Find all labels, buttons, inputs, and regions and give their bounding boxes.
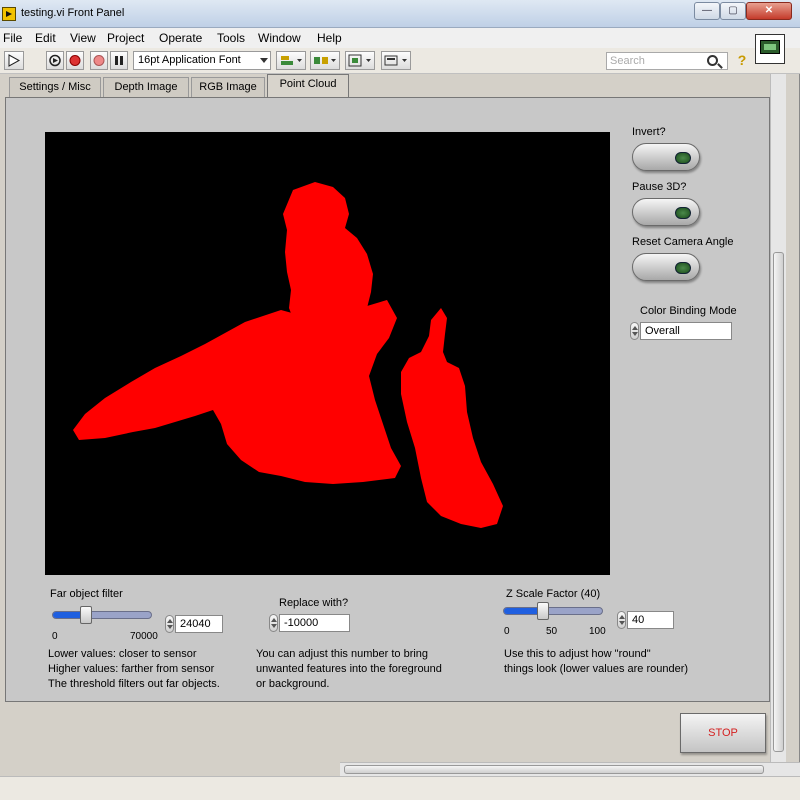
tab-strip: Settings / Misc Depth Image RGB Image Po… bbox=[5, 74, 770, 98]
reset-camera-label: Reset Camera Angle bbox=[632, 236, 734, 248]
menu-window[interactable]: Window bbox=[258, 31, 301, 45]
color-binding-incdec[interactable] bbox=[630, 322, 639, 340]
context-help-icon[interactable]: ? bbox=[735, 52, 749, 70]
far-filter-note-3: The threshold filters out far objects. bbox=[48, 678, 220, 690]
vertical-scrollbar[interactable] bbox=[770, 74, 786, 762]
menu-file[interactable]: File bbox=[3, 31, 22, 45]
far-filter-note-1: Lower values: closer to sensor bbox=[48, 648, 197, 660]
led-indicator-icon bbox=[675, 207, 691, 219]
replace-note-1: You can adjust this number to bring bbox=[256, 648, 429, 660]
z-scale-slider-track[interactable] bbox=[503, 607, 603, 615]
led-indicator-icon bbox=[675, 262, 691, 274]
invert-toggle[interactable] bbox=[632, 143, 700, 171]
far-filter-slider-track[interactable] bbox=[52, 611, 152, 619]
point-cloud-torso bbox=[73, 300, 401, 484]
replace-with-label: Replace with? bbox=[279, 597, 349, 609]
far-filter-slider-thumb[interactable] bbox=[80, 606, 92, 624]
pause-3d-toggle[interactable] bbox=[632, 198, 700, 226]
menu-view[interactable]: View bbox=[70, 31, 96, 45]
tab-depth-image[interactable]: Depth Image bbox=[103, 77, 189, 98]
point-cloud-render bbox=[73, 182, 503, 528]
color-binding-label: Color Binding Mode bbox=[640, 305, 737, 317]
pause-icon[interactable] bbox=[110, 51, 128, 70]
z-scale-tick-100: 100 bbox=[589, 626, 606, 637]
tab-settings-misc[interactable]: Settings / Misc bbox=[9, 77, 101, 98]
led-indicator-icon bbox=[675, 152, 691, 164]
z-scale-tick-50: 50 bbox=[546, 626, 558, 637]
run-arrow-icon[interactable] bbox=[4, 51, 24, 70]
toolbar: 16pt Application Font Search ? bbox=[0, 48, 800, 74]
window-title: testing.vi Front Panel bbox=[21, 7, 125, 19]
tab-rgb-image[interactable]: RGB Image bbox=[191, 77, 265, 98]
z-scale-tick-0: 0 bbox=[504, 626, 510, 637]
far-filter-note-2: Higher values: farther from sensor bbox=[48, 663, 215, 675]
replace-note-3: or background. bbox=[256, 678, 330, 690]
replace-note-2: unwanted features into the foreground bbox=[256, 663, 442, 675]
far-filter-incdec[interactable] bbox=[165, 615, 174, 633]
horizontal-scrollbar[interactable] bbox=[340, 762, 800, 776]
far-filter-min-tick: 0 bbox=[52, 631, 58, 642]
title-bar[interactable]: testing.vi Front Panel — ▢ ✕ bbox=[0, 0, 800, 28]
menu-help[interactable]: Help bbox=[317, 31, 342, 45]
horizontal-scrollbar-thumb[interactable] bbox=[344, 765, 764, 774]
far-filter-max-tick: 70000 bbox=[130, 631, 158, 642]
invert-label: Invert? bbox=[632, 126, 666, 138]
close-button[interactable]: ✕ bbox=[746, 2, 792, 20]
menu-project[interactable]: Project bbox=[107, 31, 144, 45]
menu-tools[interactable]: Tools bbox=[217, 31, 245, 45]
z-scale-incdec[interactable] bbox=[617, 611, 626, 629]
pause-3d-label: Pause 3D? bbox=[632, 181, 687, 193]
replace-with-incdec[interactable] bbox=[269, 614, 278, 632]
font-select[interactable]: 16pt Application Font bbox=[133, 51, 271, 70]
minimize-button[interactable]: — bbox=[694, 2, 720, 20]
vi-icon[interactable] bbox=[755, 34, 785, 64]
reset-camera-button[interactable] bbox=[632, 253, 700, 281]
far-filter-label: Far object filter bbox=[50, 588, 123, 600]
z-scale-slider-thumb[interactable] bbox=[537, 602, 549, 620]
maximize-button[interactable]: ▢ bbox=[720, 2, 746, 20]
menu-operate[interactable]: Operate bbox=[159, 31, 202, 45]
menu-bar: File Edit View Project Operate Tools Win… bbox=[0, 28, 800, 48]
font-select-value: 16pt Application Font bbox=[138, 54, 241, 66]
distribute-objects-icon[interactable] bbox=[310, 51, 340, 70]
point-cloud-display[interactable] bbox=[45, 132, 610, 575]
point-cloud-hand bbox=[401, 308, 503, 528]
reorder-icon[interactable] bbox=[381, 51, 411, 70]
replace-with-value[interactable]: -10000 bbox=[279, 614, 350, 632]
z-scale-note-1: Use this to adjust how "round" bbox=[504, 648, 651, 660]
search-icon[interactable] bbox=[707, 55, 718, 66]
labview-app-icon bbox=[2, 7, 16, 21]
z-scale-note-2: things look (lower values are rounder) bbox=[504, 663, 689, 675]
abort-icon[interactable] bbox=[66, 51, 84, 70]
resize-objects-icon[interactable] bbox=[345, 51, 375, 70]
tab-point-cloud[interactable]: Point Cloud bbox=[267, 74, 349, 98]
color-binding-select[interactable]: Overall bbox=[640, 322, 732, 340]
status-bar bbox=[0, 776, 800, 800]
chevron-down-icon bbox=[260, 58, 268, 63]
menu-edit[interactable]: Edit bbox=[35, 31, 56, 45]
z-scale-label: Z Scale Factor (40) bbox=[506, 588, 601, 600]
far-filter-value[interactable]: 24040 bbox=[175, 615, 223, 633]
record-icon[interactable] bbox=[90, 51, 108, 70]
z-scale-value[interactable]: 40 bbox=[627, 611, 674, 629]
align-objects-icon[interactable] bbox=[276, 51, 306, 70]
run-continuously-icon[interactable] bbox=[46, 51, 64, 70]
stop-button[interactable]: STOP bbox=[680, 713, 766, 753]
labview-window: testing.vi Front Panel — ▢ ✕ File Edit V… bbox=[0, 0, 800, 800]
vertical-scrollbar-thumb[interactable] bbox=[773, 252, 784, 752]
